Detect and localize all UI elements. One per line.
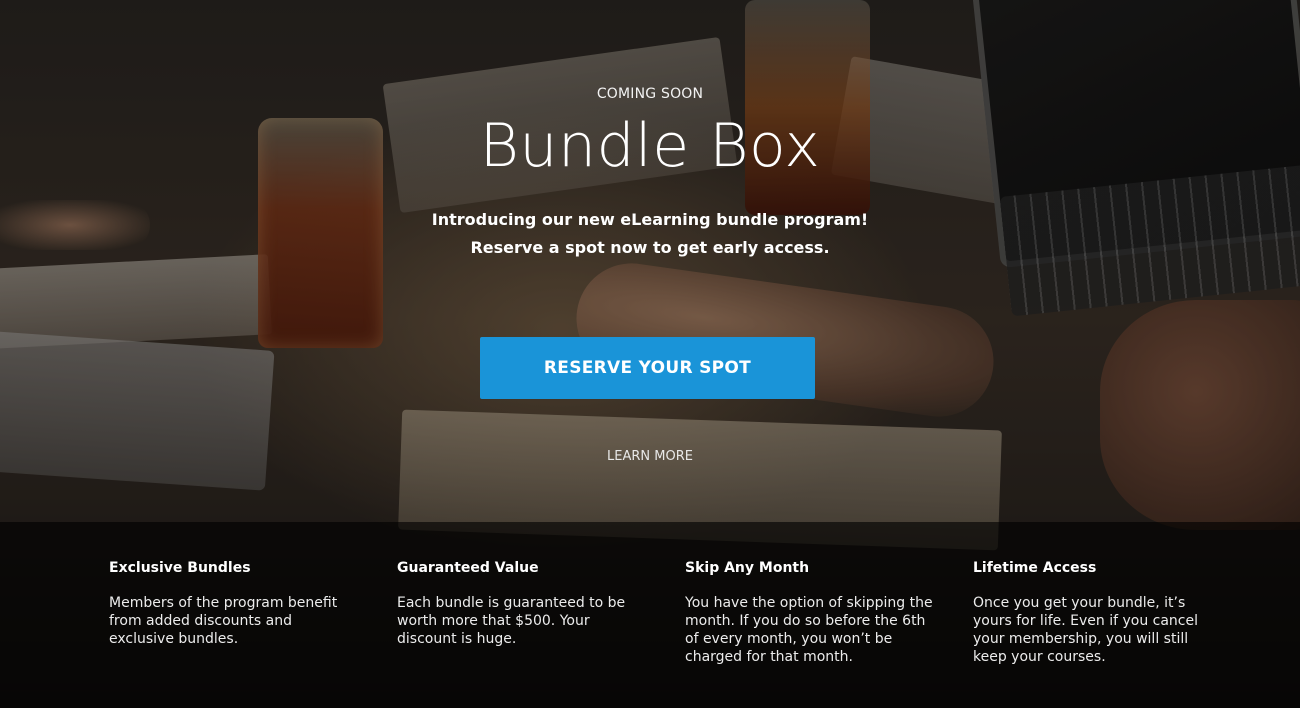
feature-title: Guaranteed Value — [397, 560, 539, 576]
feature-description: You have the option of skipping the mont… — [685, 595, 933, 665]
feature-description: Once you get your bundle, it’s yours for… — [973, 595, 1199, 665]
feature-guaranteed-value: Guaranteed Value Each bundle is guarante… — [397, 558, 647, 648]
features-bar: Exclusive Bundles Members of the program… — [0, 522, 1300, 708]
feature-lifetime-access: Lifetime Access Once you get your bundle… — [973, 558, 1223, 666]
feature-title: Exclusive Bundles — [109, 560, 251, 576]
feature-title: Lifetime Access — [973, 560, 1097, 576]
intro-text: Introducing our new eLearning bundle pro… — [0, 206, 1300, 262]
intro-line: Introducing our new eLearning bundle pro… — [431, 210, 869, 229]
coming-soon-label: COMING SOON — [596, 86, 704, 102]
reserve-spot-button[interactable]: RESERVE YOUR SPOT — [480, 337, 815, 399]
page-title: Bundle Box — [479, 111, 821, 181]
feature-description: Members of the program benefit from adde… — [109, 595, 338, 647]
feature-title: Skip Any Month — [685, 560, 810, 576]
feature-skip-any-month: Skip Any Month You have the option of sk… — [685, 558, 935, 666]
feature-description: Each bundle is guaranteed to be worth mo… — [397, 595, 626, 647]
intro-line: Reserve a spot now to get early access. — [470, 238, 830, 257]
feature-exclusive-bundles: Exclusive Bundles Members of the program… — [109, 558, 359, 648]
learn-more-link[interactable]: LEARN MORE — [560, 446, 740, 468]
